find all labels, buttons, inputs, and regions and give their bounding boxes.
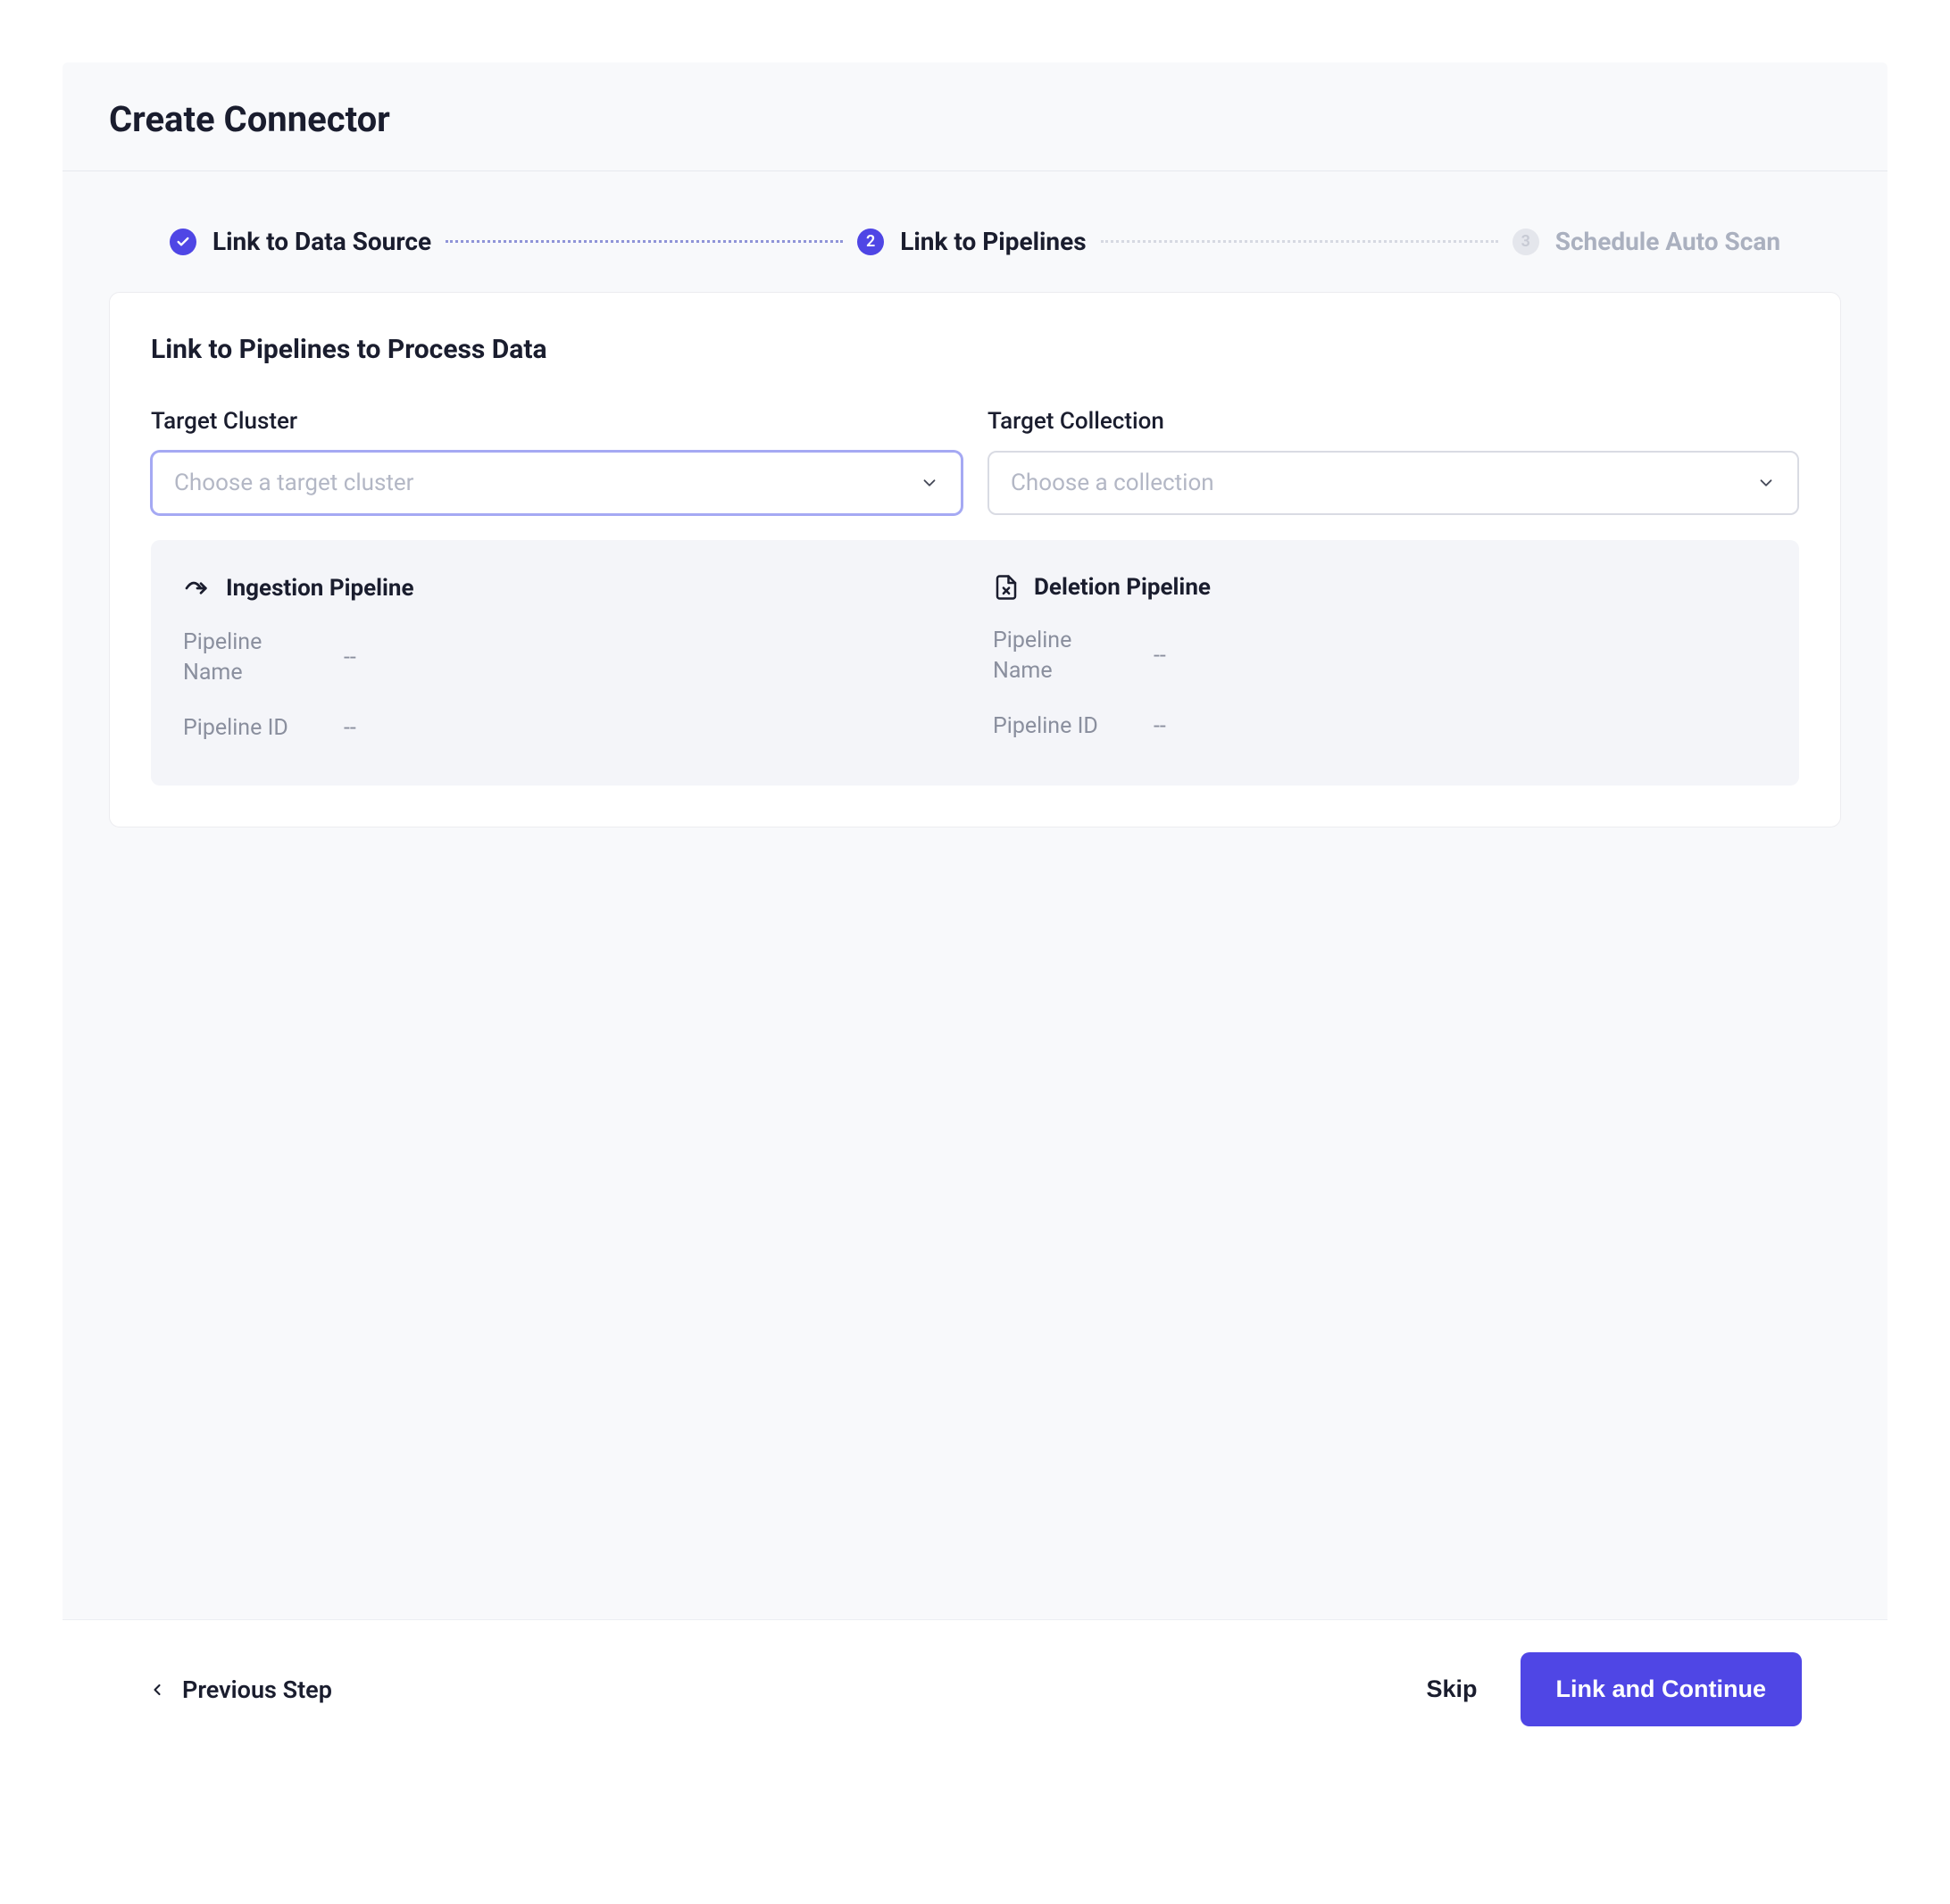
target-collection-label: Target Collection [988,408,1799,435]
deletion-icon [993,574,1020,601]
step-link-pipelines[interactable]: 2 Link to Pipelines [857,227,1086,256]
link-pipelines-card: Link to Pipelines to Process Data Target… [109,292,1841,827]
previous-step-label: Previous Step [182,1675,332,1704]
step-label: Link to Pipelines [900,227,1086,256]
step-badge-number: 2 [857,229,884,255]
footer-actions: Previous Step Skip Link and Continue [62,1619,1888,1758]
page-title: Create Connector [109,98,1841,140]
step-label: Link to Data Source [212,227,431,256]
ingestion-pipeline-title: Ingestion Pipeline [226,575,414,602]
step-badge-number: 3 [1512,229,1539,255]
stepper: Link to Data Source 2 Link to Pipelines … [62,171,1888,292]
target-cluster-label: Target Cluster [151,408,962,435]
step-label: Schedule Auto Scan [1555,227,1780,256]
step-schedule-auto-scan: 3 Schedule Auto Scan [1512,227,1780,256]
pipeline-id-value: -- [344,715,356,741]
pipeline-id-value: -- [1154,713,1166,739]
pipeline-name-value: -- [344,644,356,670]
deletion-pipeline-section: Deletion Pipeline Pipeline Name -- Pipel… [993,574,1767,743]
chevron-down-icon [1756,473,1776,493]
select-placeholder: Choose a target cluster [174,470,414,496]
check-icon [170,229,196,255]
chevron-down-icon [920,473,939,493]
card-title: Link to Pipelines to Process Data [151,334,1799,365]
link-and-continue-button[interactable]: Link and Continue [1521,1652,1803,1726]
skip-button[interactable]: Skip [1426,1675,1477,1703]
step-connector [446,240,843,243]
step-connector [1101,240,1498,243]
pipeline-name-label: Pipeline Name [993,626,1118,686]
pipeline-info-panel: Ingestion Pipeline Pipeline Name -- Pipe… [151,540,1799,786]
target-collection-select[interactable]: Choose a collection [988,451,1799,515]
select-placeholder: Choose a collection [1011,470,1214,496]
pipeline-name-value: -- [1154,643,1166,669]
pipeline-id-label: Pipeline ID [183,713,308,744]
chevron-left-icon [148,1681,166,1699]
pipeline-id-label: Pipeline ID [993,711,1118,742]
ingestion-icon [183,574,212,603]
deletion-pipeline-title: Deletion Pipeline [1034,574,1211,601]
step-link-data-source[interactable]: Link to Data Source [170,227,431,256]
ingestion-pipeline-section: Ingestion Pipeline Pipeline Name -- Pipe… [183,574,957,743]
target-cluster-select[interactable]: Choose a target cluster [151,451,962,515]
pipeline-name-label: Pipeline Name [183,628,308,688]
previous-step-button[interactable]: Previous Step [148,1675,332,1704]
